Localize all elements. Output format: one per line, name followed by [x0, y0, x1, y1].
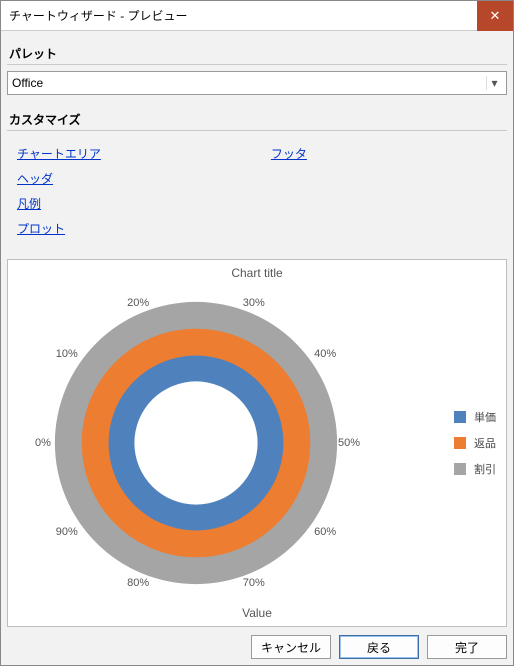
chart-title: Chart title [8, 260, 506, 280]
close-button[interactable]: ✕ [477, 1, 513, 31]
tick-90: 90% [56, 526, 78, 538]
tick-10: 10% [56, 348, 78, 360]
legend: 単価 返品 割引 [454, 409, 496, 477]
tick-50: 50% [338, 437, 360, 449]
legend-swatch [454, 463, 466, 475]
palette-dropdown[interactable]: Office ▾ [7, 71, 507, 95]
legend-label: 割引 [474, 461, 496, 477]
legend-item-discount: 割引 [454, 461, 496, 477]
titlebar: チャートウィザード - プレビュー ✕ [1, 1, 513, 31]
chevron-down-icon: ▾ [486, 76, 502, 90]
ring-hole [134, 381, 257, 504]
dialog-body: パレット Office ▾ カスタマイズ チャートエリア ヘッダ 凡例 プロット… [1, 31, 513, 665]
link-chart-area[interactable]: チャートエリア [17, 145, 101, 162]
legend-item-unitprice: 単価 [454, 409, 496, 425]
legend-swatch [454, 411, 466, 423]
dialog-footer: キャンセル 戻る 完了 [7, 627, 507, 659]
tick-80: 80% [127, 577, 149, 589]
section-customize: カスタマイズ [7, 105, 507, 131]
section-palette: パレット [7, 39, 507, 65]
legend-label: 返品 [474, 435, 496, 451]
chart-value-label: Value [8, 606, 506, 620]
tick-20: 20% [127, 297, 149, 309]
links-col-2: フッタ [271, 145, 307, 237]
link-header[interactable]: ヘッダ [17, 170, 53, 187]
finish-button[interactable]: 完了 [427, 635, 507, 659]
customize-links: チャートエリア ヘッダ 凡例 プロット フッタ [7, 137, 507, 241]
donut-chart: 0% 10% 20% 30% 40% 50% 60% 70% 80% 90% [26, 284, 366, 602]
cancel-button[interactable]: キャンセル [251, 635, 331, 659]
chart-preview: Chart title 0% 10% 20% 30% 40% 50% 60% 7… [7, 259, 507, 627]
palette-selected: Office [12, 76, 43, 90]
legend-swatch [454, 437, 466, 449]
donut-svg [26, 284, 366, 602]
tick-0: 0% [35, 437, 51, 449]
legend-label: 単価 [474, 409, 496, 425]
tick-30: 30% [243, 297, 265, 309]
legend-item-returns: 返品 [454, 435, 496, 451]
link-footer[interactable]: フッタ [271, 145, 307, 162]
back-button[interactable]: 戻る [339, 635, 419, 659]
window-title: チャートウィザード - プレビュー [9, 7, 188, 24]
links-col-1: チャートエリア ヘッダ 凡例 プロット [17, 145, 101, 237]
tick-70: 70% [243, 577, 265, 589]
link-plot[interactable]: プロット [17, 220, 65, 237]
link-legend[interactable]: 凡例 [17, 195, 41, 212]
tick-60: 60% [314, 526, 336, 538]
close-icon: ✕ [490, 8, 501, 24]
tick-40: 40% [314, 348, 336, 360]
